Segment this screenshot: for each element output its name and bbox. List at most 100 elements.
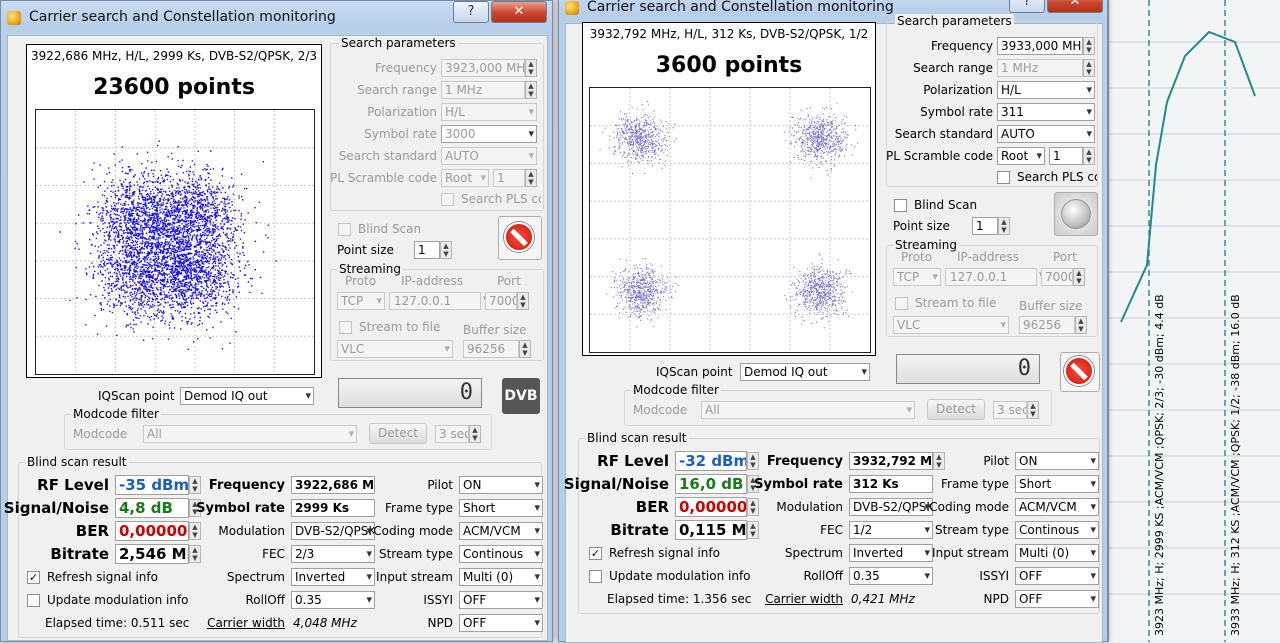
input-stream-select[interactable]: Multi (0) (459, 568, 543, 586)
rolloff-select[interactable]: 0.35 (291, 591, 375, 609)
pl-scramble-mode-select[interactable]: Root (997, 147, 1045, 165)
update-modulation-checkbox[interactable] (589, 570, 602, 583)
rolloff-select[interactable]: 0.35 (849, 567, 933, 585)
buffer-size-input[interactable]: 96256 (1019, 316, 1075, 334)
pl-scramble-value-input[interactable]: 1 (1049, 147, 1083, 165)
stream-type-select[interactable]: Continous (1015, 521, 1099, 539)
refresh-signal-checkbox[interactable]: ✓ (589, 547, 602, 560)
help-button[interactable]: ? (1009, 0, 1045, 13)
carrier-width-label[interactable]: Carrier width (765, 592, 843, 606)
player-select[interactable]: VLC (337, 340, 453, 358)
iqscan-select[interactable]: Demod IQ out (740, 363, 870, 381)
point-size-input[interactable]: 1 (414, 241, 440, 259)
detect-seconds-spinner[interactable]: ▲ ▼ (1027, 401, 1039, 419)
pl-scramble-spinner[interactable]: ▲ ▼ (525, 169, 537, 187)
search-standard-select[interactable]: AUTO (441, 147, 537, 165)
frequency-spinner[interactable]: ▲ ▼ (525, 59, 537, 77)
port-input[interactable]: 7000 (1041, 268, 1073, 286)
coding-mode-select[interactable]: ACM/VCM (459, 522, 543, 540)
stream-type-select[interactable]: Continous (459, 545, 543, 563)
search-range-input[interactable]: 1 MHz (997, 59, 1083, 77)
spectrum-select[interactable]: Inverted (291, 568, 375, 586)
coding-mode-select[interactable]: ACM/VCM (1015, 498, 1099, 516)
point-size-spinner[interactable]: ▲ ▼ (440, 241, 452, 259)
search-range-spinner[interactable]: ▲ ▼ (525, 81, 537, 99)
stop-scan-button[interactable] (498, 216, 542, 260)
rf-level-spinner[interactable]: ▲ ▼ (189, 476, 201, 494)
modulation-select[interactable]: DVB-S2/QPSK (849, 498, 933, 516)
npd-select[interactable]: OFF (1015, 590, 1099, 608)
symbol-rate-select[interactable]: 311 (997, 103, 1095, 121)
modulation-select[interactable]: DVB-S2/QPSK (291, 522, 375, 540)
port-spinner[interactable]: ▲ ▼ (517, 292, 529, 310)
polarization-select[interactable]: H/L (441, 103, 537, 121)
blind-scan-checkbox[interactable] (894, 199, 907, 212)
frequency-input[interactable]: 3933,000 MHz (997, 37, 1083, 55)
detect-button[interactable]: Detect (927, 399, 985, 420)
pl-scramble-mode-select[interactable]: Root (441, 169, 489, 187)
frame-type-select[interactable]: Short (1015, 475, 1099, 493)
frequency-input[interactable]: 3923,000 MHz (441, 59, 525, 77)
modcode-select[interactable]: All (143, 425, 357, 443)
input-stream-select[interactable]: Multi (0) (1015, 544, 1099, 562)
polarization-label: Polarization (367, 105, 437, 119)
iqscan-select[interactable]: Demod IQ out (180, 387, 314, 405)
stop-scan-button[interactable] (1060, 352, 1100, 392)
modcode-select[interactable]: All (701, 401, 915, 419)
modcode-filter-group: Modcode filter Modcode All Detect 3 sec … (64, 407, 492, 450)
ber-spinner[interactable]: ▲ ▼ (189, 522, 201, 540)
detect-button[interactable]: Detect (369, 423, 427, 444)
buffer-size-spinner[interactable]: ▲ ▼ (1075, 316, 1087, 334)
fec-select[interactable]: 1/2 (849, 521, 933, 539)
search-standard-select[interactable]: AUTO (997, 125, 1095, 143)
close-button[interactable]: ✕ (491, 1, 547, 23)
bitrate-spinner[interactable]: ▲ ▼ (747, 521, 759, 539)
frequency-result-spinner[interactable]: ▲ ▼ (933, 452, 945, 470)
ip-address-input[interactable]: 127.0.0.1 (389, 292, 481, 310)
modcode-filter-title: Modcode filter (631, 383, 721, 397)
buffer-size-input[interactable]: 96256 (463, 340, 519, 358)
fec-select[interactable]: 2/3 (291, 545, 375, 563)
close-button[interactable]: ✕ (1047, 0, 1103, 13)
start-scan-button[interactable] (1054, 192, 1098, 236)
symbol-rate-select[interactable]: 3000 (441, 125, 537, 143)
detect-seconds-input[interactable]: 3 sec (993, 401, 1027, 419)
issyi-select[interactable]: OFF (459, 591, 543, 609)
search-pls-checkbox[interactable] (997, 171, 1010, 184)
proto-select[interactable]: TCP (893, 268, 941, 286)
pilot-select[interactable]: ON (459, 476, 543, 494)
polarization-select[interactable]: H/L (997, 81, 1095, 99)
update-modulation-checkbox[interactable] (27, 594, 40, 607)
blind-scan-checkbox[interactable] (338, 223, 351, 236)
search-pls-checkbox[interactable] (441, 193, 454, 206)
stream-to-file-checkbox[interactable] (339, 321, 352, 334)
port-spinner[interactable]: ▲ ▼ (1073, 268, 1085, 286)
pl-scramble-value-input[interactable]: 1 (493, 169, 525, 187)
point-size-spinner[interactable]: ▲ ▼ (998, 217, 1010, 235)
pl-scramble-spinner[interactable]: ▲ ▼ (1083, 147, 1095, 165)
symbol-rate-result-label: Symbol rate (196, 501, 285, 516)
frequency-spinner[interactable]: ▲ ▼ (1083, 37, 1095, 55)
ber-spinner[interactable]: ▲ ▼ (747, 498, 759, 516)
carrier-width-label[interactable]: Carrier width (207, 616, 285, 630)
proto-select[interactable]: TCP (337, 292, 385, 310)
spectrum-select[interactable]: Inverted (849, 544, 933, 562)
ip-address-input[interactable]: 127.0.0.1 (945, 268, 1037, 286)
detect-seconds-spinner[interactable]: ▲ ▼ (469, 425, 481, 443)
bitrate-spinner[interactable]: ▲ ▼ (189, 545, 201, 563)
stream-to-file-checkbox[interactable] (895, 297, 908, 310)
frame-type-select[interactable]: Short (459, 499, 543, 517)
port-input[interactable]: 7000 (485, 292, 517, 310)
point-size-input[interactable]: 1 (972, 217, 998, 235)
npd-select[interactable]: OFF (459, 614, 543, 632)
pilot-select[interactable]: ON (1015, 452, 1099, 470)
detect-seconds-input[interactable]: 3 sec (435, 425, 469, 443)
rf-level-spinner[interactable]: ▲ ▼ (747, 452, 759, 470)
player-select[interactable]: VLC (893, 316, 1009, 334)
refresh-signal-checkbox[interactable]: ✓ (27, 571, 40, 584)
help-button[interactable]: ? (453, 1, 489, 23)
search-range-input[interactable]: 1 MHz (441, 81, 525, 99)
issyi-select[interactable]: OFF (1015, 567, 1099, 585)
search-range-spinner[interactable]: ▲ ▼ (1083, 59, 1095, 77)
buffer-size-spinner[interactable]: ▲ ▼ (519, 340, 531, 358)
